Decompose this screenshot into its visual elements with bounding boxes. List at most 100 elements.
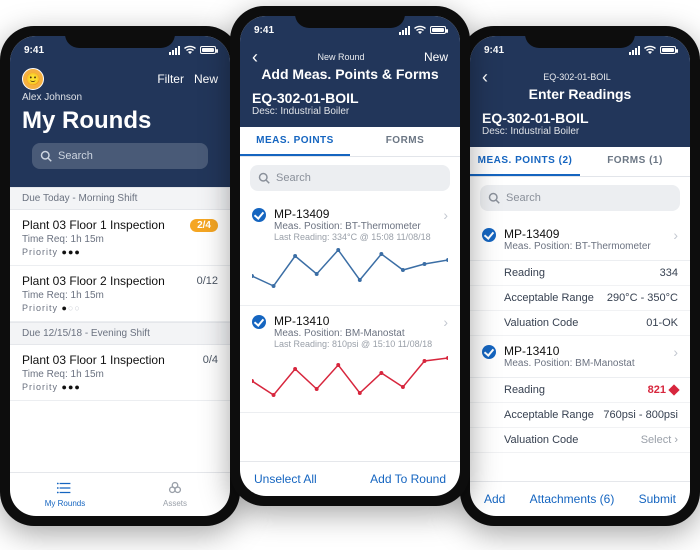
field-label: Valuation Code bbox=[504, 434, 578, 446]
valuation-select[interactable]: Select › bbox=[641, 434, 678, 446]
range-row: Acceptable Range 290°C - 350°C bbox=[470, 286, 690, 311]
search-placeholder: Search bbox=[58, 150, 93, 162]
round-item[interactable]: Plant 03 Floor 1 Inspection 0/4 Time Req… bbox=[10, 345, 230, 401]
wifi-icon bbox=[184, 45, 196, 55]
search-icon bbox=[258, 172, 270, 184]
time-req: Time Req: 1h 15m bbox=[22, 234, 218, 245]
reading-value: 334 bbox=[660, 267, 678, 279]
status-time: 9:41 bbox=[484, 45, 504, 56]
sparkline-chart bbox=[252, 353, 448, 403]
filter-button[interactable]: Filter bbox=[157, 72, 184, 86]
field-label: Reading bbox=[504, 384, 545, 396]
avatar[interactable]: 🙂 bbox=[22, 68, 44, 90]
page-title: Enter Readings bbox=[482, 86, 678, 102]
section-header: Due Today - Morning Shift bbox=[10, 187, 230, 210]
battery-icon bbox=[430, 26, 446, 34]
mp-position: Meas. Position: BM-Manostat bbox=[504, 358, 665, 369]
add-button[interactable]: Add bbox=[484, 492, 505, 506]
mp-id: MP-13409 bbox=[274, 207, 435, 221]
priority-dots: Priority ●○○ bbox=[22, 303, 218, 313]
mp-id: MP-13409 bbox=[504, 227, 665, 241]
notch bbox=[65, 26, 175, 48]
list-icon bbox=[56, 479, 74, 497]
assets-icon bbox=[166, 479, 184, 497]
meas-point-item[interactable]: MP-13410 Meas. Position: BM-Manostat › bbox=[470, 336, 690, 378]
status-time: 9:41 bbox=[24, 45, 44, 56]
user-name: Alex Johnson bbox=[22, 92, 218, 103]
notch bbox=[295, 6, 405, 28]
chevron-right-icon: › bbox=[443, 314, 448, 330]
mp-id: MP-13410 bbox=[504, 344, 665, 358]
new-button[interactable]: New bbox=[194, 72, 218, 86]
phone-enter-readings: 9:41 ‹ EQ-302-01-BOIL Enter Readings EQ-… bbox=[460, 26, 700, 526]
mp-last-reading: Last Reading: 810psi @ 15:10 11/08/18 bbox=[274, 339, 435, 349]
checkbox-checked-icon[interactable] bbox=[482, 345, 496, 359]
range-value: 760psi - 800psi bbox=[603, 409, 678, 421]
search-placeholder: Search bbox=[506, 192, 541, 204]
wifi-icon bbox=[414, 25, 426, 35]
tab-meas-points[interactable]: MEAS. POINTS bbox=[240, 127, 350, 156]
priority-dots: Priority ●●● bbox=[22, 382, 218, 392]
time-req: Time Req: 1h 15m bbox=[22, 369, 218, 380]
phone-my-rounds: 9:41 🙂 Filter New Alex Johns bbox=[0, 26, 240, 526]
tab-forms[interactable]: FORMS bbox=[350, 127, 460, 156]
meas-point-item[interactable]: MP-13410 Meas. Position: BM-Manostat Las… bbox=[240, 306, 460, 413]
reading-value-alert: 821 bbox=[648, 384, 678, 396]
round-item[interactable]: Plant 03 Floor 2 Inspection 0/12 Time Re… bbox=[10, 266, 230, 322]
round-title: Plant 03 Floor 1 Inspection bbox=[22, 353, 165, 367]
alert-icon bbox=[668, 384, 679, 395]
range-row: Acceptable Range 760psi - 800psi bbox=[470, 403, 690, 428]
search-input[interactable]: Search bbox=[480, 185, 680, 211]
round-item[interactable]: Plant 03 Floor 1 Inspection 2/4 Time Req… bbox=[10, 210, 230, 266]
page-title: My Rounds bbox=[22, 107, 218, 135]
sparkline-chart bbox=[252, 246, 448, 296]
equipment-desc: Desc: Industrial Boiler bbox=[482, 126, 678, 137]
meas-point-item[interactable]: MP-13409 Meas. Position: BT-Thermometer … bbox=[470, 219, 690, 261]
valuation-row[interactable]: Valuation Code 01-OK bbox=[470, 311, 690, 336]
valuation-row[interactable]: Valuation Code Select › bbox=[470, 428, 690, 453]
status-time: 9:41 bbox=[254, 25, 274, 36]
search-input[interactable]: Search bbox=[32, 143, 208, 169]
attachments-button[interactable]: Attachments (6) bbox=[530, 492, 615, 506]
tab-label: Assets bbox=[163, 499, 187, 508]
tab-forms[interactable]: FORMS (1) bbox=[580, 147, 690, 176]
chevron-right-icon: › bbox=[443, 207, 448, 223]
signal-icon bbox=[169, 46, 180, 55]
tab-meas-points[interactable]: MEAS. POINTS (2) bbox=[470, 147, 580, 176]
reading-row[interactable]: Reading 821 bbox=[470, 378, 690, 403]
field-label: Reading bbox=[504, 267, 545, 279]
wifi-icon bbox=[644, 45, 656, 55]
mp-last-reading: Last Reading: 334°C @ 15:08 11/08/18 bbox=[274, 232, 435, 242]
mp-position: Meas. Position: BM-Manostat bbox=[274, 328, 435, 339]
priority-dots: Priority ●●● bbox=[22, 247, 218, 257]
tab-assets[interactable]: Assets bbox=[120, 473, 230, 516]
range-value: 290°C - 350°C bbox=[607, 292, 678, 304]
add-to-round-button[interactable]: Add To Round bbox=[370, 472, 446, 486]
submit-button[interactable]: Submit bbox=[639, 492, 676, 506]
breadcrumb: New Round bbox=[258, 52, 424, 62]
page-title: Add Meas. Points & Forms bbox=[252, 66, 448, 82]
mp-id: MP-13410 bbox=[274, 314, 435, 328]
checkbox-checked-icon[interactable] bbox=[252, 315, 266, 329]
tab-my-rounds[interactable]: My Rounds bbox=[10, 473, 120, 516]
phone-add-points: 9:41 ‹ New Round New Add Meas. Points & … bbox=[230, 6, 470, 506]
search-icon bbox=[40, 150, 52, 162]
checkbox-checked-icon[interactable] bbox=[252, 208, 266, 222]
field-label: Acceptable Range bbox=[504, 292, 594, 304]
mp-position: Meas. Position: BT-Thermometer bbox=[504, 241, 665, 252]
unselect-all-button[interactable]: Unselect All bbox=[254, 472, 317, 486]
checkbox-checked-icon[interactable] bbox=[482, 228, 496, 242]
meas-point-item[interactable]: MP-13409 Meas. Position: BT-Thermometer … bbox=[240, 199, 460, 306]
signal-icon bbox=[629, 46, 640, 55]
reading-row[interactable]: Reading 334 bbox=[470, 261, 690, 286]
chevron-right-icon: › bbox=[673, 344, 678, 360]
signal-icon bbox=[399, 26, 410, 35]
search-placeholder: Search bbox=[276, 172, 311, 184]
search-input[interactable]: Search bbox=[250, 165, 450, 191]
round-title: Plant 03 Floor 1 Inspection bbox=[22, 218, 165, 232]
new-button[interactable]: New bbox=[424, 50, 448, 64]
round-title: Plant 03 Floor 2 Inspection bbox=[22, 274, 165, 288]
chevron-right-icon: › bbox=[673, 227, 678, 243]
notch bbox=[525, 26, 635, 48]
search-icon bbox=[488, 192, 500, 204]
